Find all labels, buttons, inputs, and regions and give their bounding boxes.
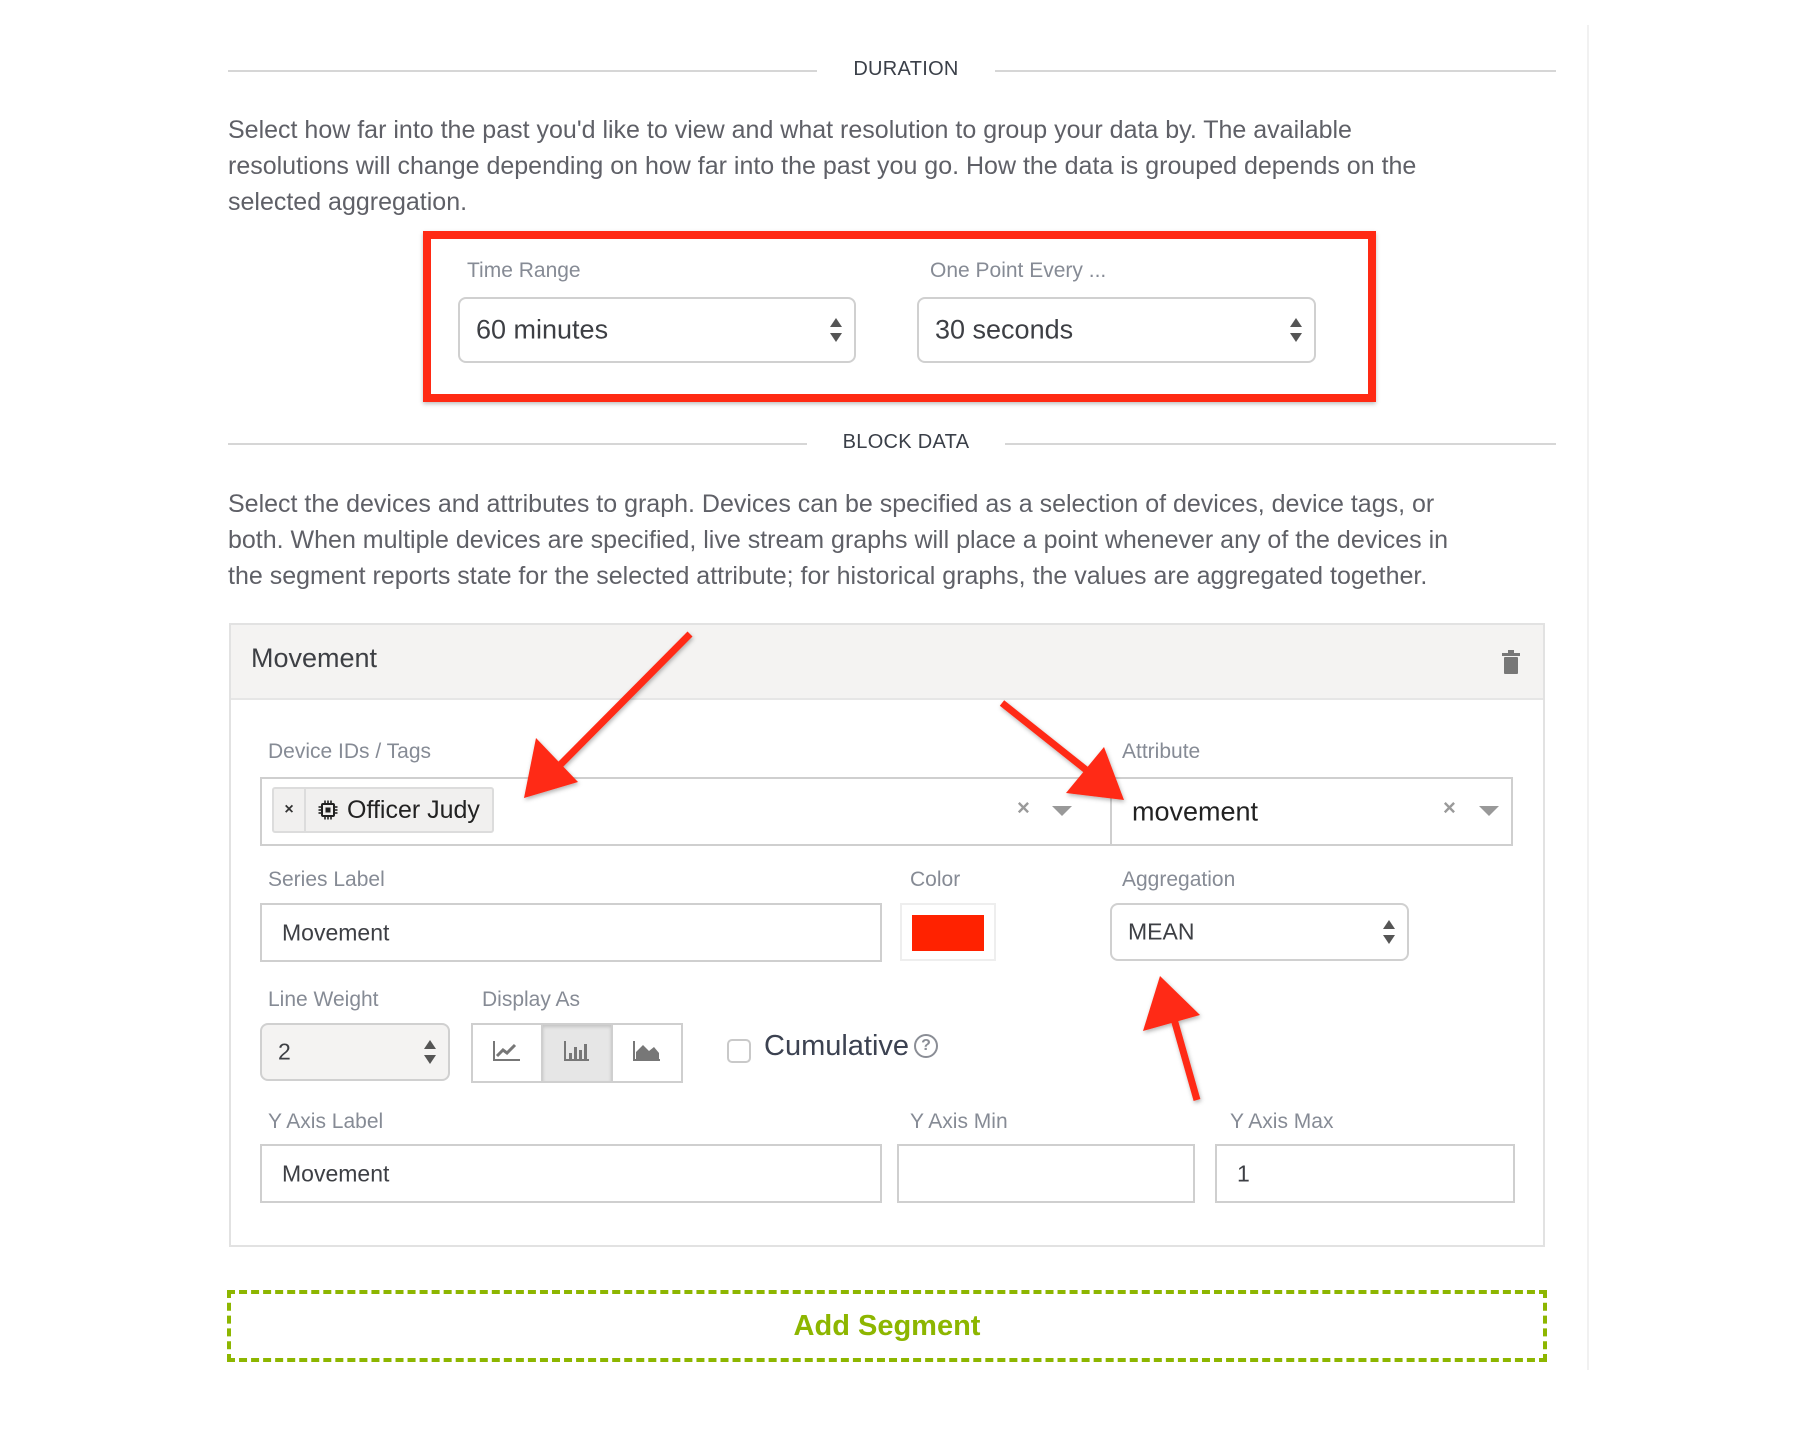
duration-description: Select how far into the past you'd like … [228, 112, 1568, 220]
display-line-button[interactable] [473, 1025, 543, 1081]
duration-description-line: Select how far into the past you'd like … [228, 116, 1352, 144]
chip-label: Officer Judy [347, 796, 480, 824]
color-label: Color [910, 868, 961, 891]
select-arrows-icon [830, 318, 842, 342]
aggregation-value: MEAN [1128, 918, 1195, 945]
add-segment-label: Add Segment [793, 1309, 981, 1342]
y-axis-label-value: Movement [282, 1160, 390, 1186]
attribute-value: movement [1132, 796, 1259, 826]
aggregation-select[interactable]: MEAN [1110, 903, 1409, 961]
bar-chart-icon [564, 1040, 590, 1066]
attribute-label: Attribute [1122, 740, 1201, 763]
block-data-description-line: Select the devices and attributes to gra… [228, 490, 1435, 518]
duration-section-title: DURATION [817, 58, 995, 81]
line-weight-select[interactable]: 2 [260, 1023, 450, 1081]
attribute-dropdown-caret-icon[interactable] [1479, 806, 1499, 816]
device-chip: × Officer Judy [272, 787, 494, 833]
segment-panel-header [231, 625, 1543, 700]
area-chart-icon [633, 1040, 661, 1066]
series-label-label: Series Label [268, 868, 385, 891]
resolution-label: One Point Every ... [930, 259, 1107, 282]
color-swatch [912, 915, 984, 951]
block-data-description-line: both. When multiple devices are specifie… [228, 526, 1449, 554]
time-range-value: 60 minutes [476, 314, 609, 345]
block-data-section-title: BLOCK DATA [807, 431, 1005, 454]
select-arrows-icon [424, 1040, 436, 1064]
block-data-description-line: the segment reports state for the select… [228, 562, 1428, 590]
cumulative-checkbox[interactable] [727, 1039, 751, 1063]
block-data-description: Select the devices and attributes to gra… [228, 486, 1588, 594]
line-weight-value: 2 [278, 1038, 291, 1065]
series-label-value: Movement [282, 919, 390, 945]
display-as-label: Display As [482, 988, 581, 1011]
resolution-select[interactable]: 30 seconds [917, 297, 1316, 363]
y-axis-min-input[interactable] [897, 1144, 1195, 1203]
y-axis-label-input[interactable]: Movement [260, 1144, 882, 1203]
duration-description-line: selected aggregation. [228, 188, 468, 216]
trash-icon[interactable] [1502, 650, 1520, 674]
resolution-value: 30 seconds [935, 314, 1074, 345]
time-range-select[interactable]: 60 minutes [458, 297, 856, 363]
duration-description-line: resolutions will change depending on how… [228, 152, 1417, 180]
color-picker[interactable] [900, 903, 996, 961]
device-ids-clear-button[interactable]: × [1017, 795, 1030, 821]
y-axis-min-label: Y Axis Min [910, 1110, 1008, 1133]
cumulative-label: Cumulative [764, 1030, 910, 1062]
content-divider [1587, 25, 1589, 1370]
y-axis-label-label: Y Axis Label [268, 1110, 384, 1133]
aggregation-label: Aggregation [1122, 868, 1236, 891]
select-arrows-icon [1290, 318, 1302, 342]
display-bar-button[interactable] [543, 1025, 613, 1081]
chip-icon [318, 800, 338, 820]
device-ids-dropdown-caret-icon[interactable] [1052, 806, 1072, 816]
select-arrows-icon [1383, 920, 1395, 944]
line-chart-icon [493, 1040, 521, 1066]
display-area-button[interactable] [613, 1025, 681, 1081]
help-icon[interactable]: ? [914, 1034, 938, 1058]
y-axis-max-label: Y Axis Max [1230, 1110, 1334, 1133]
display-as-button-group [471, 1023, 683, 1083]
device-ids-label: Device IDs / Tags [268, 740, 432, 763]
chip-remove-button[interactable]: × [274, 789, 306, 831]
line-weight-label: Line Weight [268, 988, 379, 1011]
attribute-clear-button[interactable]: × [1443, 795, 1456, 821]
add-segment-button[interactable]: Add Segment [227, 1290, 1547, 1362]
y-axis-max-input[interactable]: 1 [1215, 1144, 1515, 1203]
series-label-input[interactable]: Movement [260, 903, 882, 962]
segment-title: Movement [251, 643, 378, 673]
time-range-label: Time Range [467, 259, 581, 282]
y-axis-max-value: 1 [1237, 1160, 1250, 1186]
